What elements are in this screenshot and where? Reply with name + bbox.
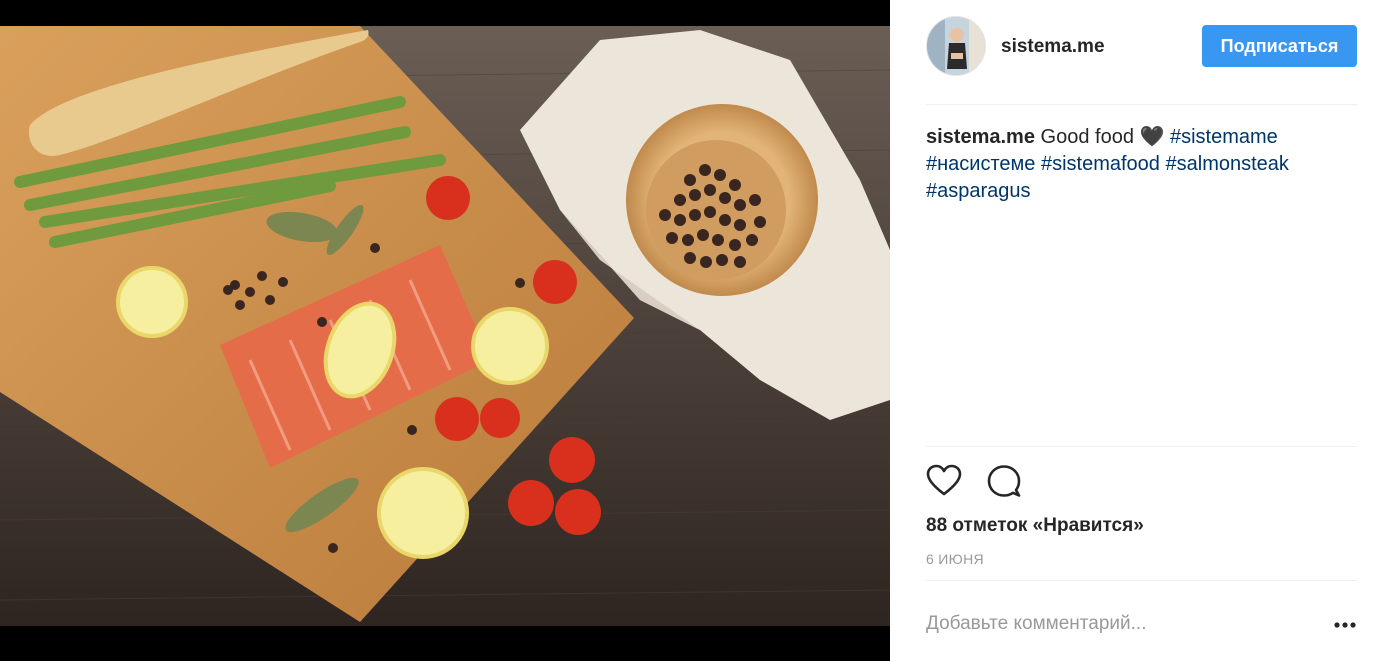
hashtag-link[interactable]: #sistemame <box>1170 126 1278 148</box>
post-caption: sistema.me Good food 🖤 #sistemame #насис… <box>926 124 1357 205</box>
post-photo[interactable] <box>0 0 890 661</box>
hashtag-link[interactable]: #salmonsteak <box>1166 153 1289 175</box>
caption-text: Good food 🖤 <box>1040 126 1165 148</box>
hashtag-link[interactable]: #sistemafood <box>1041 153 1160 175</box>
follow-button[interactable]: Подписаться <box>1202 25 1357 67</box>
actions-divider <box>926 446 1357 447</box>
more-options-icon[interactable] <box>1332 612 1358 638</box>
post-details-panel: sistema.me Подписаться sistema.me Good f… <box>890 0 1381 661</box>
header-divider <box>926 104 1357 105</box>
comment-input[interactable] <box>926 608 1316 640</box>
comment-divider <box>926 580 1357 581</box>
avatar-image <box>927 17 985 75</box>
food-photo-illustration <box>0 0 890 661</box>
likes-count[interactable]: 88 отметок «Нравится» <box>926 515 1144 537</box>
heart-icon[interactable] <box>926 463 962 499</box>
header-username[interactable]: sistema.me <box>1001 36 1105 58</box>
caption-username[interactable]: sistema.me <box>926 126 1035 148</box>
avatar[interactable] <box>926 16 986 76</box>
comment-icon[interactable] <box>986 463 1022 499</box>
hashtag-link[interactable]: #asparagus <box>926 180 1031 202</box>
hashtag-link[interactable]: #насистеме <box>926 153 1035 175</box>
post-date: 6 ИЮНЯ <box>926 551 984 567</box>
post-header: sistema.me Подписаться <box>926 16 1357 76</box>
